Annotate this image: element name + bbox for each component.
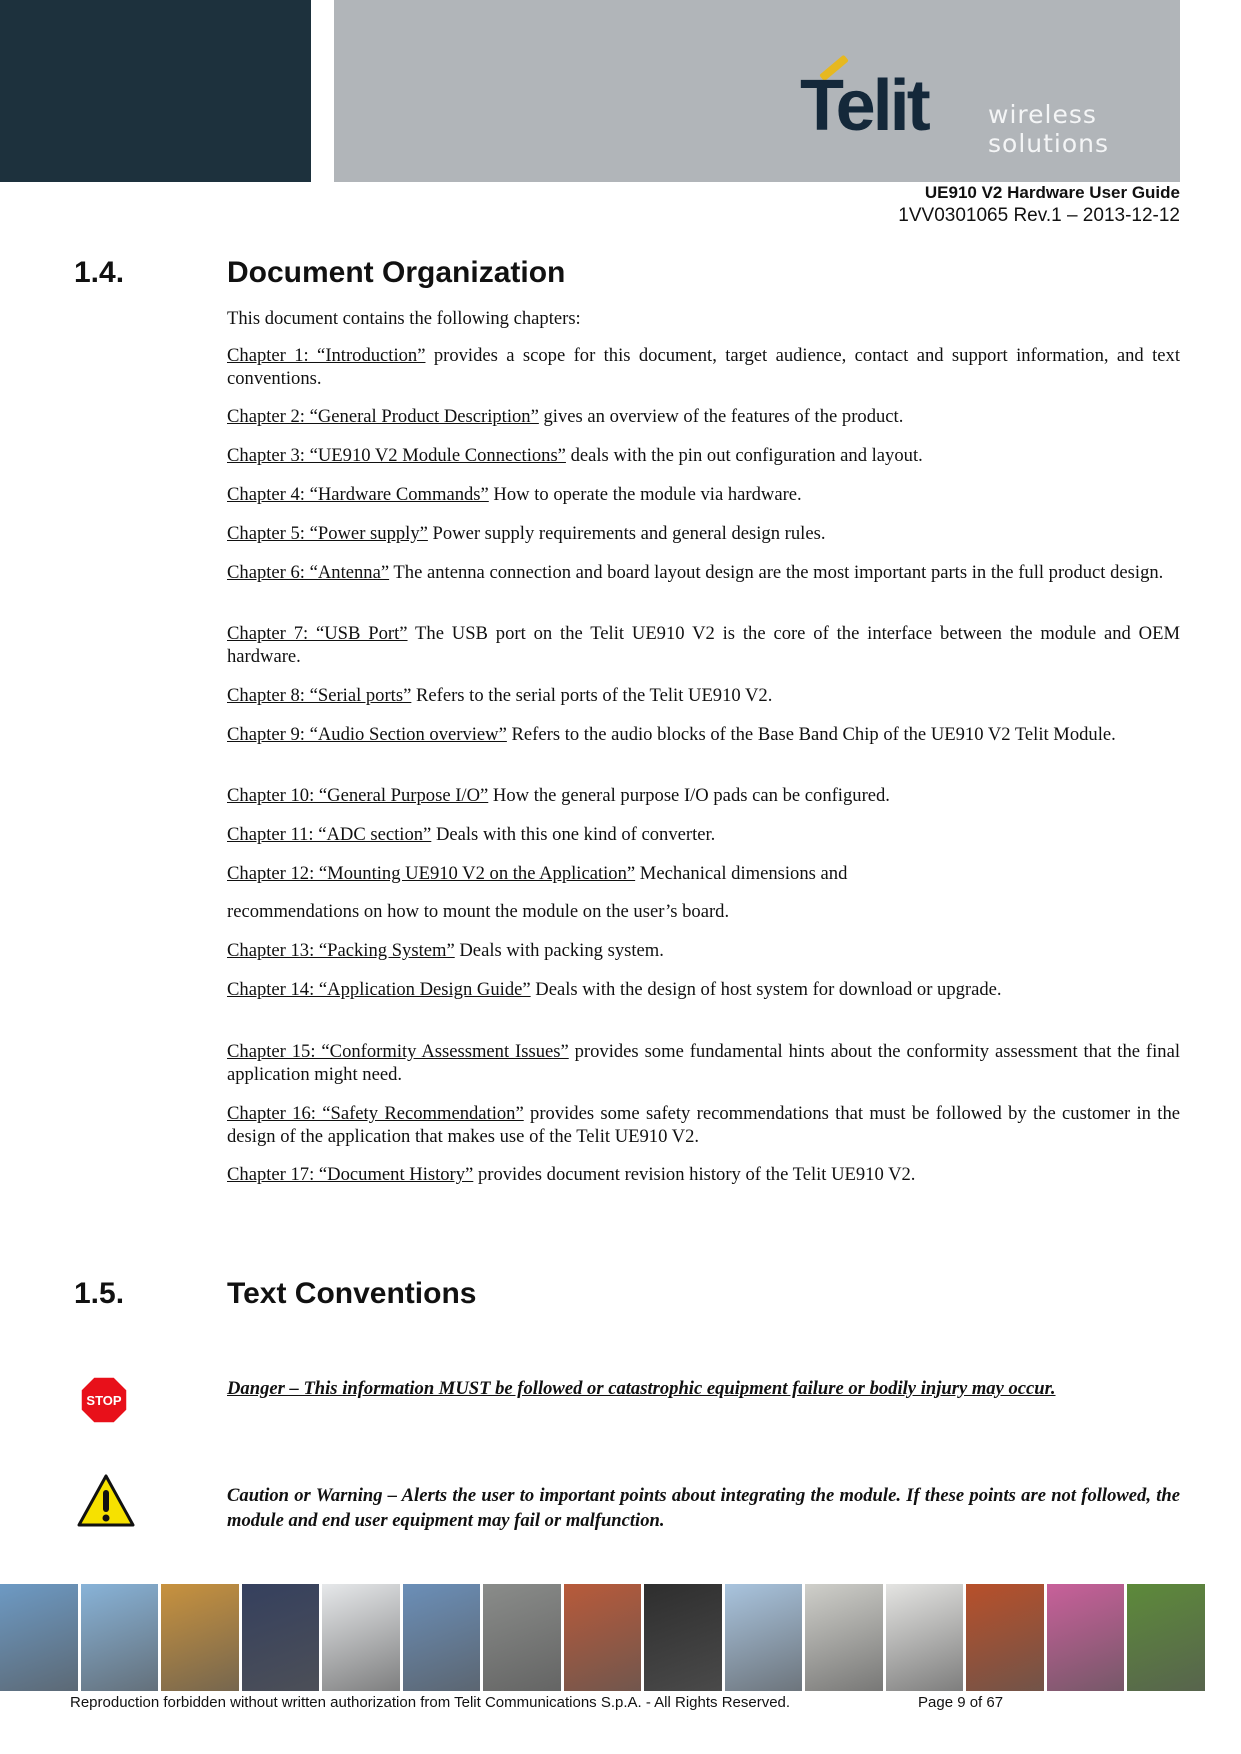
- logo-brand: Telit: [800, 66, 931, 146]
- chapter-entry: Chapter 6: “Antenna” The antenna connect…: [227, 561, 1180, 584]
- page-number: Page 9 of 67: [918, 1694, 1004, 1711]
- footer-photo-subway-train: [966, 1584, 1044, 1691]
- footer-photo-laptop: [322, 1584, 400, 1691]
- chapter-entry: Chapter 16: “Safety Recommendation” prov…: [227, 1102, 1180, 1148]
- chapter-entry: Chapter 15: “Conformity Assessment Issue…: [227, 1040, 1180, 1086]
- chapter-link[interactable]: Chapter 5: “Power supply”: [227, 523, 428, 544]
- chapter-entry: Chapter 10: “General Purpose I/O” How th…: [227, 784, 1180, 807]
- chapter-link[interactable]: Chapter 9: “Audio Section overview”: [227, 724, 507, 745]
- chapter-description: Power supply requirements and general de…: [427, 523, 826, 544]
- chapter-description: Deals with the design of host system for…: [530, 979, 1002, 1000]
- chapter-link[interactable]: Chapter 6: “Antenna”: [227, 562, 389, 583]
- chapter-description: Refers to the audio blocks of the Base B…: [506, 724, 1116, 745]
- intro-paragraph: This document contains the following cha…: [227, 308, 581, 329]
- chapter-description: Deals with this one kind of converter.: [431, 824, 716, 845]
- chapter-entry: Chapter 5: “Power supply” Power supply r…: [227, 522, 1180, 545]
- chapter-entry: Chapter 3: “UE910 V2 Module Connections”…: [227, 444, 1180, 467]
- chapter-entry: Chapter 4: “Hardware Commands” How to op…: [227, 483, 1180, 506]
- footer-photo-containers: [161, 1584, 239, 1691]
- doc-revision: 1VV0301065 Rev.1 – 2013-12-12: [898, 205, 1180, 226]
- chapter-link[interactable]: Chapter 7: “USB Port”: [227, 623, 408, 644]
- chapter-description: How the general purpose I/O pads can be …: [488, 785, 890, 806]
- logo-tagline-2: solutions: [988, 129, 1110, 158]
- footer-photo-wind-turbines: [724, 1584, 803, 1691]
- chapter-link[interactable]: Chapter 12: “Mounting UE910 V2 on the Ap…: [227, 863, 635, 884]
- chapter-link[interactable]: Chapter 1: “Introduction”: [227, 345, 425, 366]
- footer-photo-textile-rolls: [1046, 1584, 1125, 1691]
- section-title: Document Organization: [227, 256, 566, 289]
- footer-photo-cyclist: [402, 1584, 481, 1691]
- doc-title: UE910 V2 Hardware User Guide: [924, 183, 1180, 202]
- chapter-entry: Chapter 9: “Audio Section overview” Refe…: [227, 723, 1180, 746]
- caution-notice: Caution or Warning – Alerts the user to …: [227, 1485, 1180, 1531]
- chapter-description: Refers to the serial ports of the Telit …: [411, 685, 773, 706]
- chapter-link[interactable]: Chapter 10: “General Purpose I/O”: [227, 785, 488, 806]
- chapter-link[interactable]: Chapter 15: “Conformity Assessment Issue…: [227, 1041, 569, 1062]
- chapter-link[interactable]: Chapter 14: “Application Design Guide”: [227, 979, 531, 1000]
- danger-notice: Danger – This information MUST be follow…: [227, 1378, 1056, 1399]
- footer-photo-vending-machine: [563, 1584, 642, 1691]
- chapter-link[interactable]: Chapter 13: “Packing System”: [227, 940, 455, 961]
- chapter-entry: Chapter 13: “Packing System” Deals with …: [227, 939, 1180, 962]
- chapter-link[interactable]: Chapter 2: “General Product Description”: [227, 406, 539, 427]
- chapter-entry: Chapter 2: “General Product Description”…: [227, 405, 1180, 428]
- footer-photo-clock-display: [241, 1584, 320, 1691]
- telit-logo: Telit wireless solutions: [800, 50, 1140, 160]
- chapter-link[interactable]: Chapter 16: “Safety Recommendation”: [227, 1103, 524, 1124]
- chapter-description: provides document revision history of th…: [473, 1164, 916, 1185]
- chapter-entry: Chapter 7: “USB Port” The USB port on th…: [227, 622, 1180, 668]
- warning-triangle-icon: [77, 1474, 135, 1527]
- chapter-entry: Chapter 12: “Mounting UE910 V2 on the Ap…: [227, 862, 1180, 885]
- chapter-link[interactable]: Chapter 11: “ADC section”: [227, 824, 431, 845]
- chapter-description: gives an overview of the features of the…: [538, 406, 904, 427]
- chapter-entry: Chapter 17: “Document History” provides …: [227, 1163, 1180, 1186]
- footer-photo-sos-phone: [80, 1584, 159, 1691]
- chapter-description: recommendations on how to mount the modu…: [227, 901, 730, 922]
- footer-photo-strip: [0, 1584, 1205, 1691]
- footer-photo-electric-meter: [805, 1584, 883, 1691]
- svg-text:STOP: STOP: [86, 1393, 121, 1408]
- chapter-description: How to operate the module via hardware.: [488, 484, 802, 505]
- logo-tagline-1: wireless: [988, 100, 1097, 129]
- footer-photo-coast: [0, 1584, 78, 1691]
- footer-photo-payment-terminal: [644, 1584, 722, 1691]
- chapter-link[interactable]: Chapter 17: “Document History”: [227, 1164, 473, 1185]
- chapter-entry: Chapter 14: “Application Design Guide” D…: [227, 978, 1180, 1001]
- header-dark-block: [0, 0, 311, 182]
- footer-photo-card-reader: [483, 1584, 561, 1691]
- copyright-notice: Reproduction forbidden without written a…: [70, 1694, 791, 1711]
- chapter-description: Mechanical dimensions and: [635, 863, 848, 884]
- chapter-entry: Chapter 11: “ADC section” Deals with thi…: [227, 823, 1180, 846]
- footer-photo-security-camera: [1127, 1584, 1205, 1691]
- chapter-description: deals with the pin out configuration and…: [565, 445, 923, 466]
- chapter-entry: Chapter 8: “Serial ports” Refers to the …: [227, 684, 1180, 707]
- section-number: 1.4.: [74, 256, 125, 289]
- section-number: 1.5.: [74, 1277, 125, 1310]
- chapter-entry: recommendations on how to mount the modu…: [227, 900, 1180, 923]
- chapter-description: The antenna connection and board layout …: [389, 562, 1164, 583]
- chapter-link[interactable]: Chapter 4: “Hardware Commands”: [227, 484, 489, 505]
- chapter-link[interactable]: Chapter 3: “UE910 V2 Module Connections”: [227, 445, 566, 466]
- chapter-link[interactable]: Chapter 8: “Serial ports”: [227, 685, 411, 706]
- stop-sign-icon: STOP: [80, 1376, 128, 1424]
- section-title: Text Conventions: [227, 1277, 477, 1310]
- chapter-entry: Chapter 1: “Introduction” provides a sco…: [227, 344, 1180, 390]
- footer-photo-building-facade: [885, 1584, 964, 1691]
- logo-tagline: wireless solutions: [988, 100, 1109, 158]
- chapter-description: Deals with packing system.: [454, 940, 664, 961]
